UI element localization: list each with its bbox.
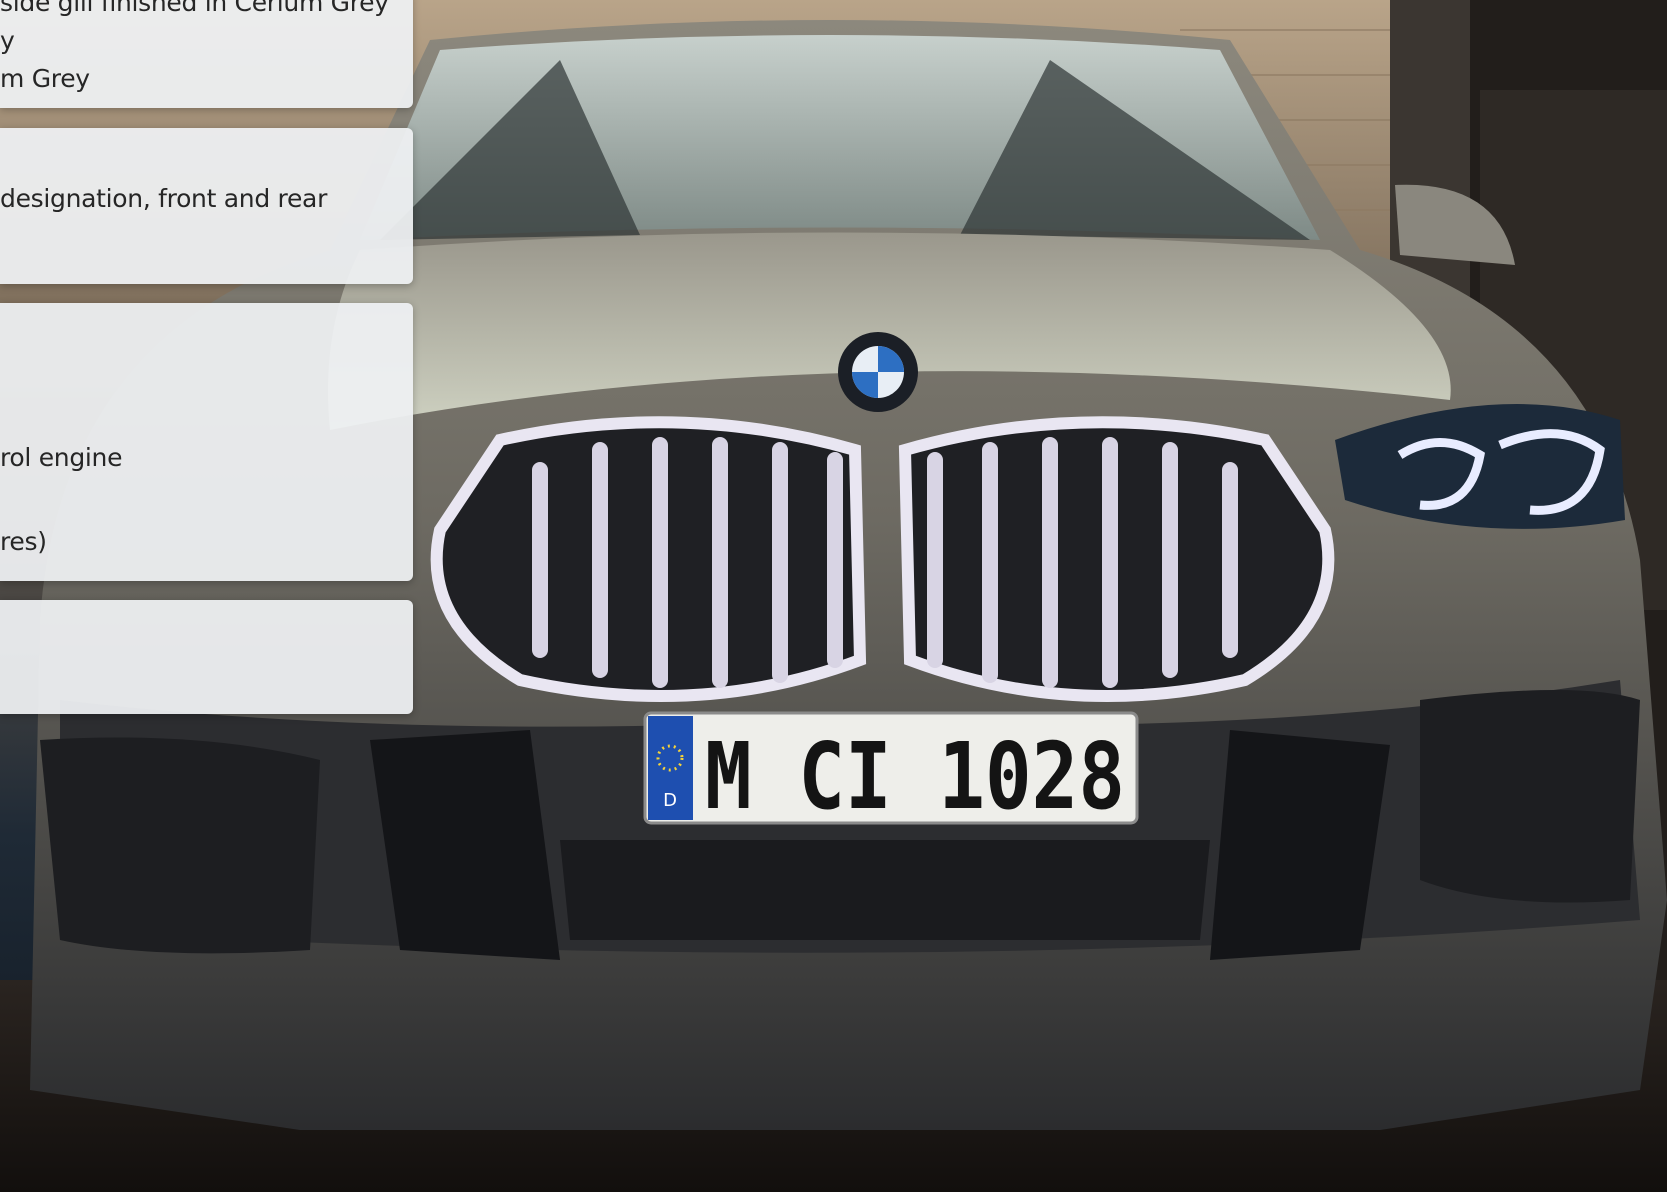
spec-card-1: side gill finished in Cerium Grey y m Gr… xyxy=(0,0,413,108)
spec-line: y xyxy=(0,26,15,55)
spec-card-2: designation, front and rear xyxy=(0,128,413,284)
spec-line: m Grey xyxy=(0,64,90,93)
plate-text: M CI 1028 xyxy=(705,723,1125,830)
spec-line: rol engine xyxy=(0,443,123,472)
spec-line: res) xyxy=(0,527,47,556)
spec-card-3: rol engine res) xyxy=(0,303,413,581)
spec-line: designation, front and rear xyxy=(0,184,328,213)
spec-card-4 xyxy=(0,600,413,714)
license-plate: D M CI 1028 xyxy=(643,711,1139,830)
plate-country: D xyxy=(663,790,677,811)
spec-line: side gill finished in Cerium Grey xyxy=(0,0,389,17)
